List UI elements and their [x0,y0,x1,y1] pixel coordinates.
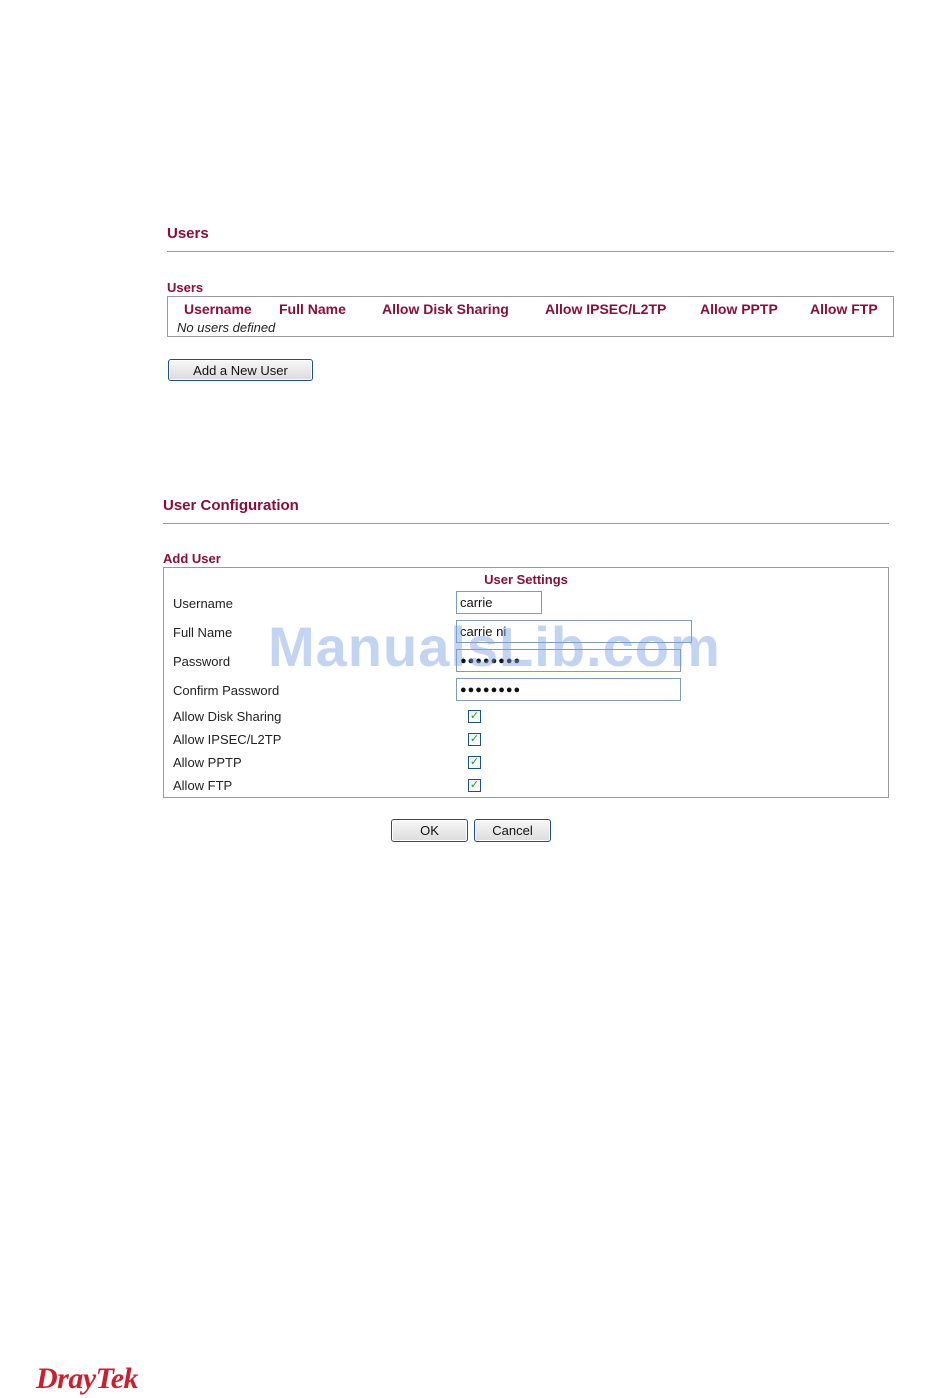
user-settings-heading: User Settings [484,572,568,587]
username-label: Username [173,596,233,611]
users-table: Username Full Name Allow Disk Sharing Al… [167,296,894,337]
user-config-divider [163,523,889,524]
confirm-password-label: Confirm Password [173,683,280,698]
column-header-allow-ipsec-l2tp: Allow IPSEC/L2TP [545,301,667,317]
user-config-title: User Configuration [163,497,299,514]
allow-pptp-label: Allow PPTP [173,755,242,770]
user-settings-table: User Settings Username Full Name Passwor… [163,567,889,798]
column-header-full-name: Full Name [279,301,346,317]
column-header-username: Username [184,301,252,317]
column-header-allow-pptp: Allow PPTP [700,301,778,317]
allow-disk-sharing-label: Allow Disk Sharing [173,709,282,724]
add-new-user-button[interactable]: Add a New User [168,359,313,381]
cancel-button[interactable]: Cancel [474,819,551,842]
empty-users-message: No users defined [177,320,276,335]
password-input[interactable] [456,649,681,672]
allow-ftp-label: Allow FTP [173,778,233,793]
users-group-label: Users [167,280,204,295]
users-section-divider [167,251,894,252]
password-label: Password [173,654,231,669]
column-header-allow-disk-sharing: Allow Disk Sharing [382,301,509,317]
full-name-input[interactable] [456,620,692,643]
full-name-label: Full Name [173,625,233,640]
allow-disk-sharing-checkbox[interactable]: ✓ [468,710,481,723]
ok-button[interactable]: OK [391,819,468,842]
confirm-password-input[interactable] [456,678,681,701]
allow-ipsec-l2tp-checkbox[interactable]: ✓ [468,733,481,746]
users-section-title: Users [167,225,209,242]
allow-ftp-checkbox[interactable]: ✓ [468,779,481,792]
add-user-group-label: Add User [163,551,221,566]
allow-ipsec-l2tp-label: Allow IPSEC/L2TP [173,732,282,747]
draytek-logo: DrayTek [36,1362,139,1395]
allow-pptp-checkbox[interactable]: ✓ [468,756,481,769]
column-header-allow-ftp: Allow FTP [810,301,878,317]
username-input[interactable] [456,591,542,614]
